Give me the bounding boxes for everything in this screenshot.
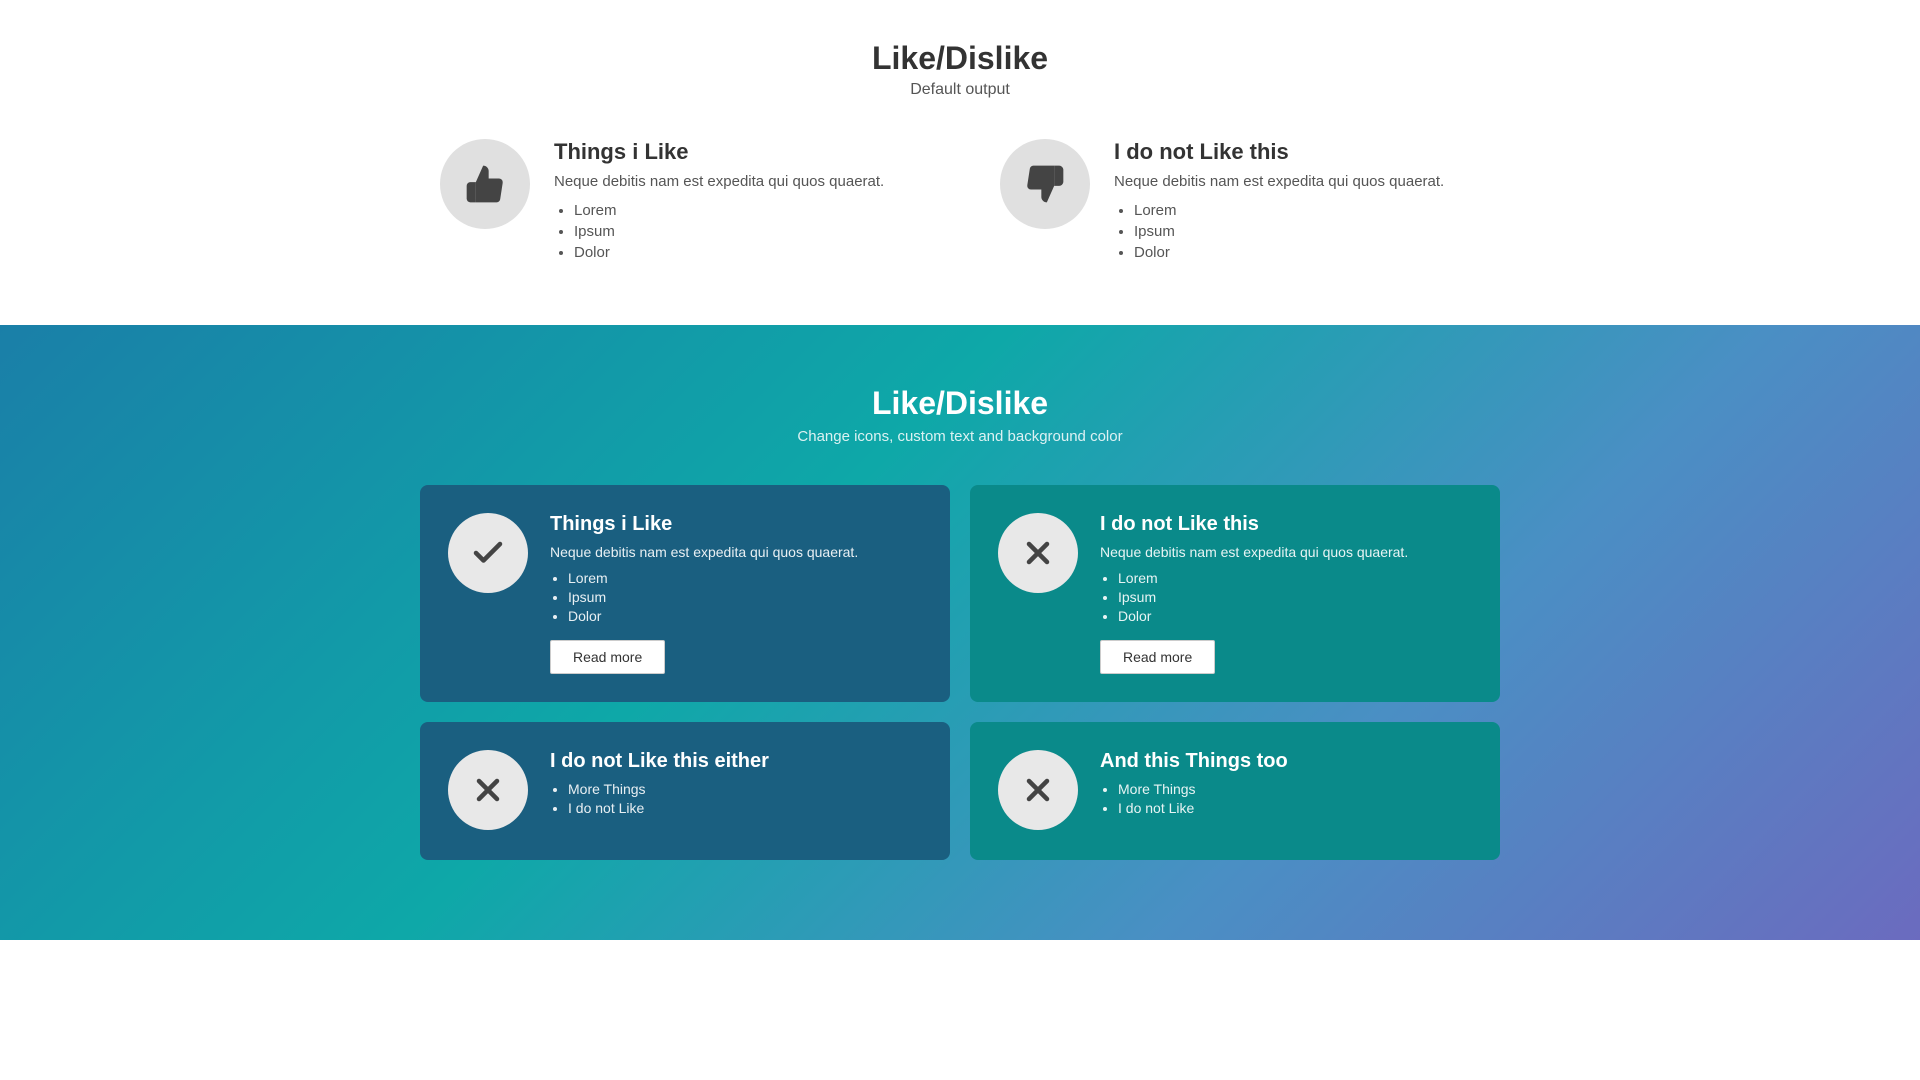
list-item: Lorem: [574, 202, 884, 219]
top-cards: Things i Like Neque debitis nam est expe…: [360, 139, 1560, 265]
top-like-heading: Things i Like: [554, 139, 884, 165]
list-item: More Things: [568, 781, 922, 797]
top-like-desc: Neque debitis nam est expedita qui quos …: [554, 173, 884, 190]
top-dislike-content: I do not Like this Neque debitis nam est…: [1114, 139, 1444, 265]
x-circle-1: [998, 513, 1078, 593]
bottom-dislike2-content: I do not Like this either More Things I …: [550, 750, 922, 832]
bottom-grid: Things i Like Neque debitis nam est expe…: [360, 485, 1560, 860]
list-item: Ipsum: [568, 589, 922, 605]
list-item: I do not Like: [568, 800, 922, 816]
top-like-card: Things i Like Neque debitis nam est expe…: [440, 139, 920, 265]
bottom-dislike-list: Lorem Ipsum Dolor: [1100, 570, 1472, 624]
top-dislike-heading: I do not Like this: [1114, 139, 1444, 165]
bottom-like-heading: Things i Like: [550, 513, 922, 536]
thumbs-up-icon: [463, 162, 507, 206]
x-circle-3: [998, 750, 1078, 830]
top-title: Like/Dislike: [0, 40, 1920, 77]
bottom-subtitle: Change icons, custom text and background…: [0, 428, 1920, 445]
bottom-like-card: Things i Like Neque debitis nam est expe…: [420, 485, 950, 702]
check-circle: [448, 513, 528, 593]
list-item: Dolor: [1118, 608, 1472, 624]
top-subtitle: Default output: [0, 81, 1920, 99]
top-dislike-card: I do not Like this Neque debitis nam est…: [1000, 139, 1480, 265]
list-item: Ipsum: [1134, 223, 1444, 240]
x-icon-3: [1020, 772, 1056, 808]
top-section: Like/Dislike Default output Things i Lik…: [0, 0, 1920, 325]
bottom-like-desc: Neque debitis nam est expedita qui quos …: [550, 544, 922, 560]
bottom-dislike-desc: Neque debitis nam est expedita qui quos …: [1100, 544, 1472, 560]
list-item: Dolor: [574, 244, 884, 261]
list-item: Lorem: [568, 570, 922, 586]
list-item: Dolor: [1134, 244, 1444, 261]
list-item: Ipsum: [574, 223, 884, 240]
x-icon-2: [470, 772, 506, 808]
bottom-dislike3-list: More Things I do not Like: [1100, 781, 1472, 816]
bottom-dislike-content: I do not Like this Neque debitis nam est…: [1100, 513, 1472, 674]
bottom-dislike3-heading: And this Things too: [1100, 750, 1472, 773]
bottom-dislike3-content: And this Things too More Things I do not…: [1100, 750, 1472, 832]
list-item: More Things: [1118, 781, 1472, 797]
top-dislike-desc: Neque debitis nam est expedita qui quos …: [1114, 173, 1444, 190]
thumbs-down-circle: [1000, 139, 1090, 229]
list-item: Lorem: [1134, 202, 1444, 219]
bottom-dislike2-heading: I do not Like this either: [550, 750, 922, 773]
bottom-title: Like/Dislike: [0, 385, 1920, 422]
top-like-list: Lorem Ipsum Dolor: [554, 202, 884, 261]
bottom-dislike-heading: I do not Like this: [1100, 513, 1472, 536]
read-more-button-dislike[interactable]: Read more: [1100, 640, 1215, 674]
list-item: Lorem: [1118, 570, 1472, 586]
bottom-dislike-card: I do not Like this Neque debitis nam est…: [970, 485, 1500, 702]
bottom-like-list: Lorem Ipsum Dolor: [550, 570, 922, 624]
check-icon: [470, 535, 506, 571]
read-more-button-like[interactable]: Read more: [550, 640, 665, 674]
list-item: I do not Like: [1118, 800, 1472, 816]
x-circle-2: [448, 750, 528, 830]
top-like-content: Things i Like Neque debitis nam est expe…: [554, 139, 884, 265]
bottom-like-content: Things i Like Neque debitis nam est expe…: [550, 513, 922, 674]
list-item: Ipsum: [1118, 589, 1472, 605]
list-item: Dolor: [568, 608, 922, 624]
bottom-dislike-card3: And this Things too More Things I do not…: [970, 722, 1500, 860]
thumbs-up-circle: [440, 139, 530, 229]
x-icon-1: [1020, 535, 1056, 571]
bottom-dislike-card2: I do not Like this either More Things I …: [420, 722, 950, 860]
top-dislike-list: Lorem Ipsum Dolor: [1114, 202, 1444, 261]
bottom-section: Like/Dislike Change icons, custom text a…: [0, 325, 1920, 940]
bottom-dislike2-list: More Things I do not Like: [550, 781, 922, 816]
thumbs-down-icon: [1023, 162, 1067, 206]
